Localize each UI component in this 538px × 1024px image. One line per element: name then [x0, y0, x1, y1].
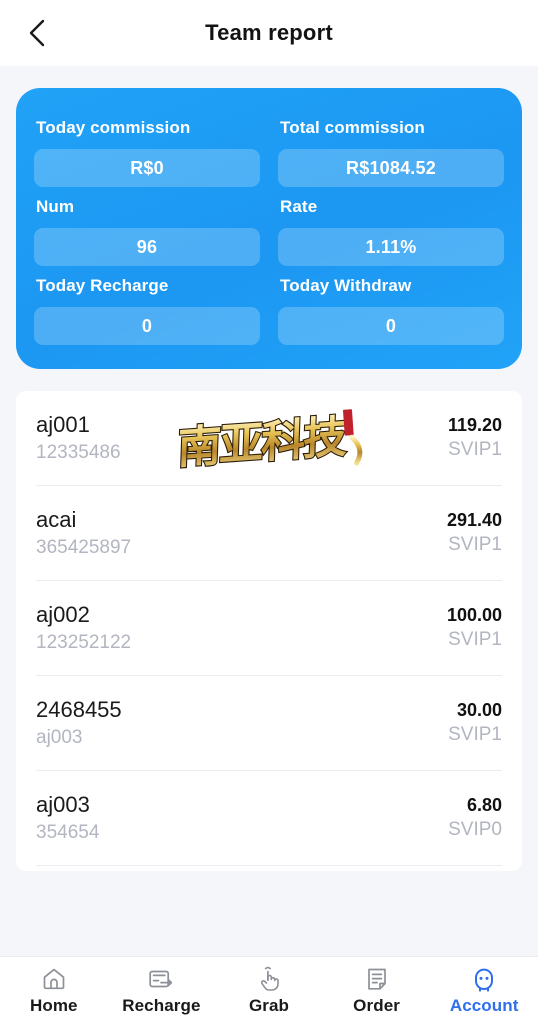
member-metrics: 100.00 SVIP1 — [447, 605, 502, 652]
stat-value: 96 — [136, 236, 158, 257]
member-amount: 291.40 — [446, 509, 502, 530]
member-identity: aj002 123252122 — [36, 602, 131, 653]
stat-value-pill: 0 — [278, 307, 504, 345]
table-row[interactable]: aj003 354654 6.80 SVIP0 — [36, 771, 502, 866]
avatar-icon — [470, 965, 498, 993]
table-row[interactable]: acai 365425897 291.40 SVIP1 — [36, 486, 502, 581]
member-amount: 30.00 — [456, 699, 502, 720]
member-identity: aj001 12335486 — [36, 412, 121, 463]
stat-total-commission: Total commission R$1084.52 — [278, 108, 504, 187]
stat-today-commission: Today commission R$0 — [34, 108, 260, 187]
table-row[interactable]: 2468455 aj003 30.00 SVIP1 — [36, 676, 502, 771]
tab-order[interactable]: Order — [323, 957, 431, 1024]
back-button[interactable] — [16, 12, 58, 54]
member-name: aj001 — [36, 412, 90, 438]
stat-label: Today commission — [36, 118, 191, 137]
stat-label: Today Recharge — [36, 276, 169, 295]
member-metrics: 291.40 SVIP1 — [447, 510, 502, 557]
member-id: 123252122 — [36, 631, 132, 653]
member-name: 2468455 — [36, 697, 122, 723]
stat-label: Rate — [280, 197, 318, 216]
stat-value: 0 — [385, 315, 397, 336]
stats-row: Today Recharge 0 Today Withdraw 0 — [34, 266, 504, 345]
member-level: SVIP1 — [448, 629, 502, 651]
stat-rate: Rate 1.11% — [278, 187, 504, 266]
member-id: 365425897 — [36, 536, 132, 558]
member-metrics: 30.00 SVIP1 — [448, 700, 502, 747]
stat-value-pill: R$0 — [34, 149, 260, 187]
member-level: SVIP1 — [448, 534, 502, 556]
member-name: aj003 — [36, 792, 90, 818]
stat-today-withdraw: Today Withdraw 0 — [278, 266, 504, 345]
bottom-navigation: Home Recharge Grab Order Account — [0, 956, 538, 1024]
stat-value: R$1084.52 — [346, 157, 436, 178]
app-header: Team report — [0, 0, 538, 66]
card-icon — [147, 965, 175, 993]
stat-today-recharge: Today Recharge 0 — [34, 266, 260, 345]
member-level: SVIP1 — [448, 724, 502, 746]
document-icon — [363, 965, 391, 993]
member-id: aj003 — [36, 726, 83, 748]
stat-value-pill: 0 — [34, 307, 260, 345]
tap-hand-icon — [255, 965, 283, 993]
tab-label: Account — [449, 996, 519, 1015]
tab-label: Recharge — [122, 996, 201, 1015]
member-level: SVIP1 — [448, 439, 502, 461]
stat-value-pill: R$1084.52 — [278, 149, 504, 187]
member-identity: aj003 354654 — [36, 792, 99, 843]
stat-label: Today Withdraw — [280, 276, 412, 295]
page-title: Team report — [205, 20, 333, 45]
member-level: SVIP0 — [448, 819, 502, 841]
member-amount: 6.80 — [466, 794, 502, 815]
tab-recharge[interactable]: Recharge — [108, 957, 216, 1024]
page-content: Today commission R$0 Total commission R$… — [0, 66, 538, 956]
member-identity: 2468455 aj003 — [36, 697, 122, 748]
tab-label: Home — [29, 996, 78, 1015]
home-icon — [40, 965, 68, 993]
tab-account[interactable]: Account — [430, 957, 538, 1024]
member-amount: 100.00 — [446, 604, 502, 625]
member-identity: acai 365425897 — [36, 507, 131, 558]
stat-value: 1.11% — [365, 236, 417, 257]
member-metrics: 6.80 SVIP0 — [448, 795, 502, 842]
stat-label: Total commission — [280, 118, 425, 137]
stat-value-pill: 1.11% — [278, 228, 504, 266]
stat-value: 0 — [141, 315, 153, 336]
table-row[interactable]: aj001 12335486 119.20 SVIP1 — [36, 391, 502, 486]
tab-grab[interactable]: Grab — [215, 957, 323, 1024]
member-id: 354654 — [36, 821, 100, 843]
tab-label: Order — [353, 996, 400, 1015]
stat-value-pill: 96 — [34, 228, 260, 266]
member-name: aj002 — [36, 602, 90, 628]
tab-label: Grab — [248, 996, 290, 1015]
member-id: 12335486 — [36, 441, 121, 463]
stats-row: Today commission R$0 Total commission R$… — [34, 108, 504, 187]
stat-label: Num — [36, 197, 75, 216]
member-name: acai — [36, 507, 77, 533]
stat-value: R$0 — [130, 157, 164, 178]
chevron-left-icon — [26, 18, 48, 48]
table-row[interactable]: aj002 123252122 100.00 SVIP1 — [36, 581, 502, 676]
stats-row: Num 96 Rate 1.11% — [34, 187, 504, 266]
stat-num: Num 96 — [34, 187, 260, 266]
member-metrics: 119.20 SVIP1 — [448, 415, 502, 462]
team-member-list: 南亚科技 aj001 12335486 119.20 SVIP1 acai 36… — [16, 391, 522, 871]
team-stats-card: Today commission R$0 Total commission R$… — [16, 88, 522, 369]
tab-home[interactable]: Home — [0, 957, 108, 1024]
member-amount: 119.20 — [447, 414, 502, 435]
